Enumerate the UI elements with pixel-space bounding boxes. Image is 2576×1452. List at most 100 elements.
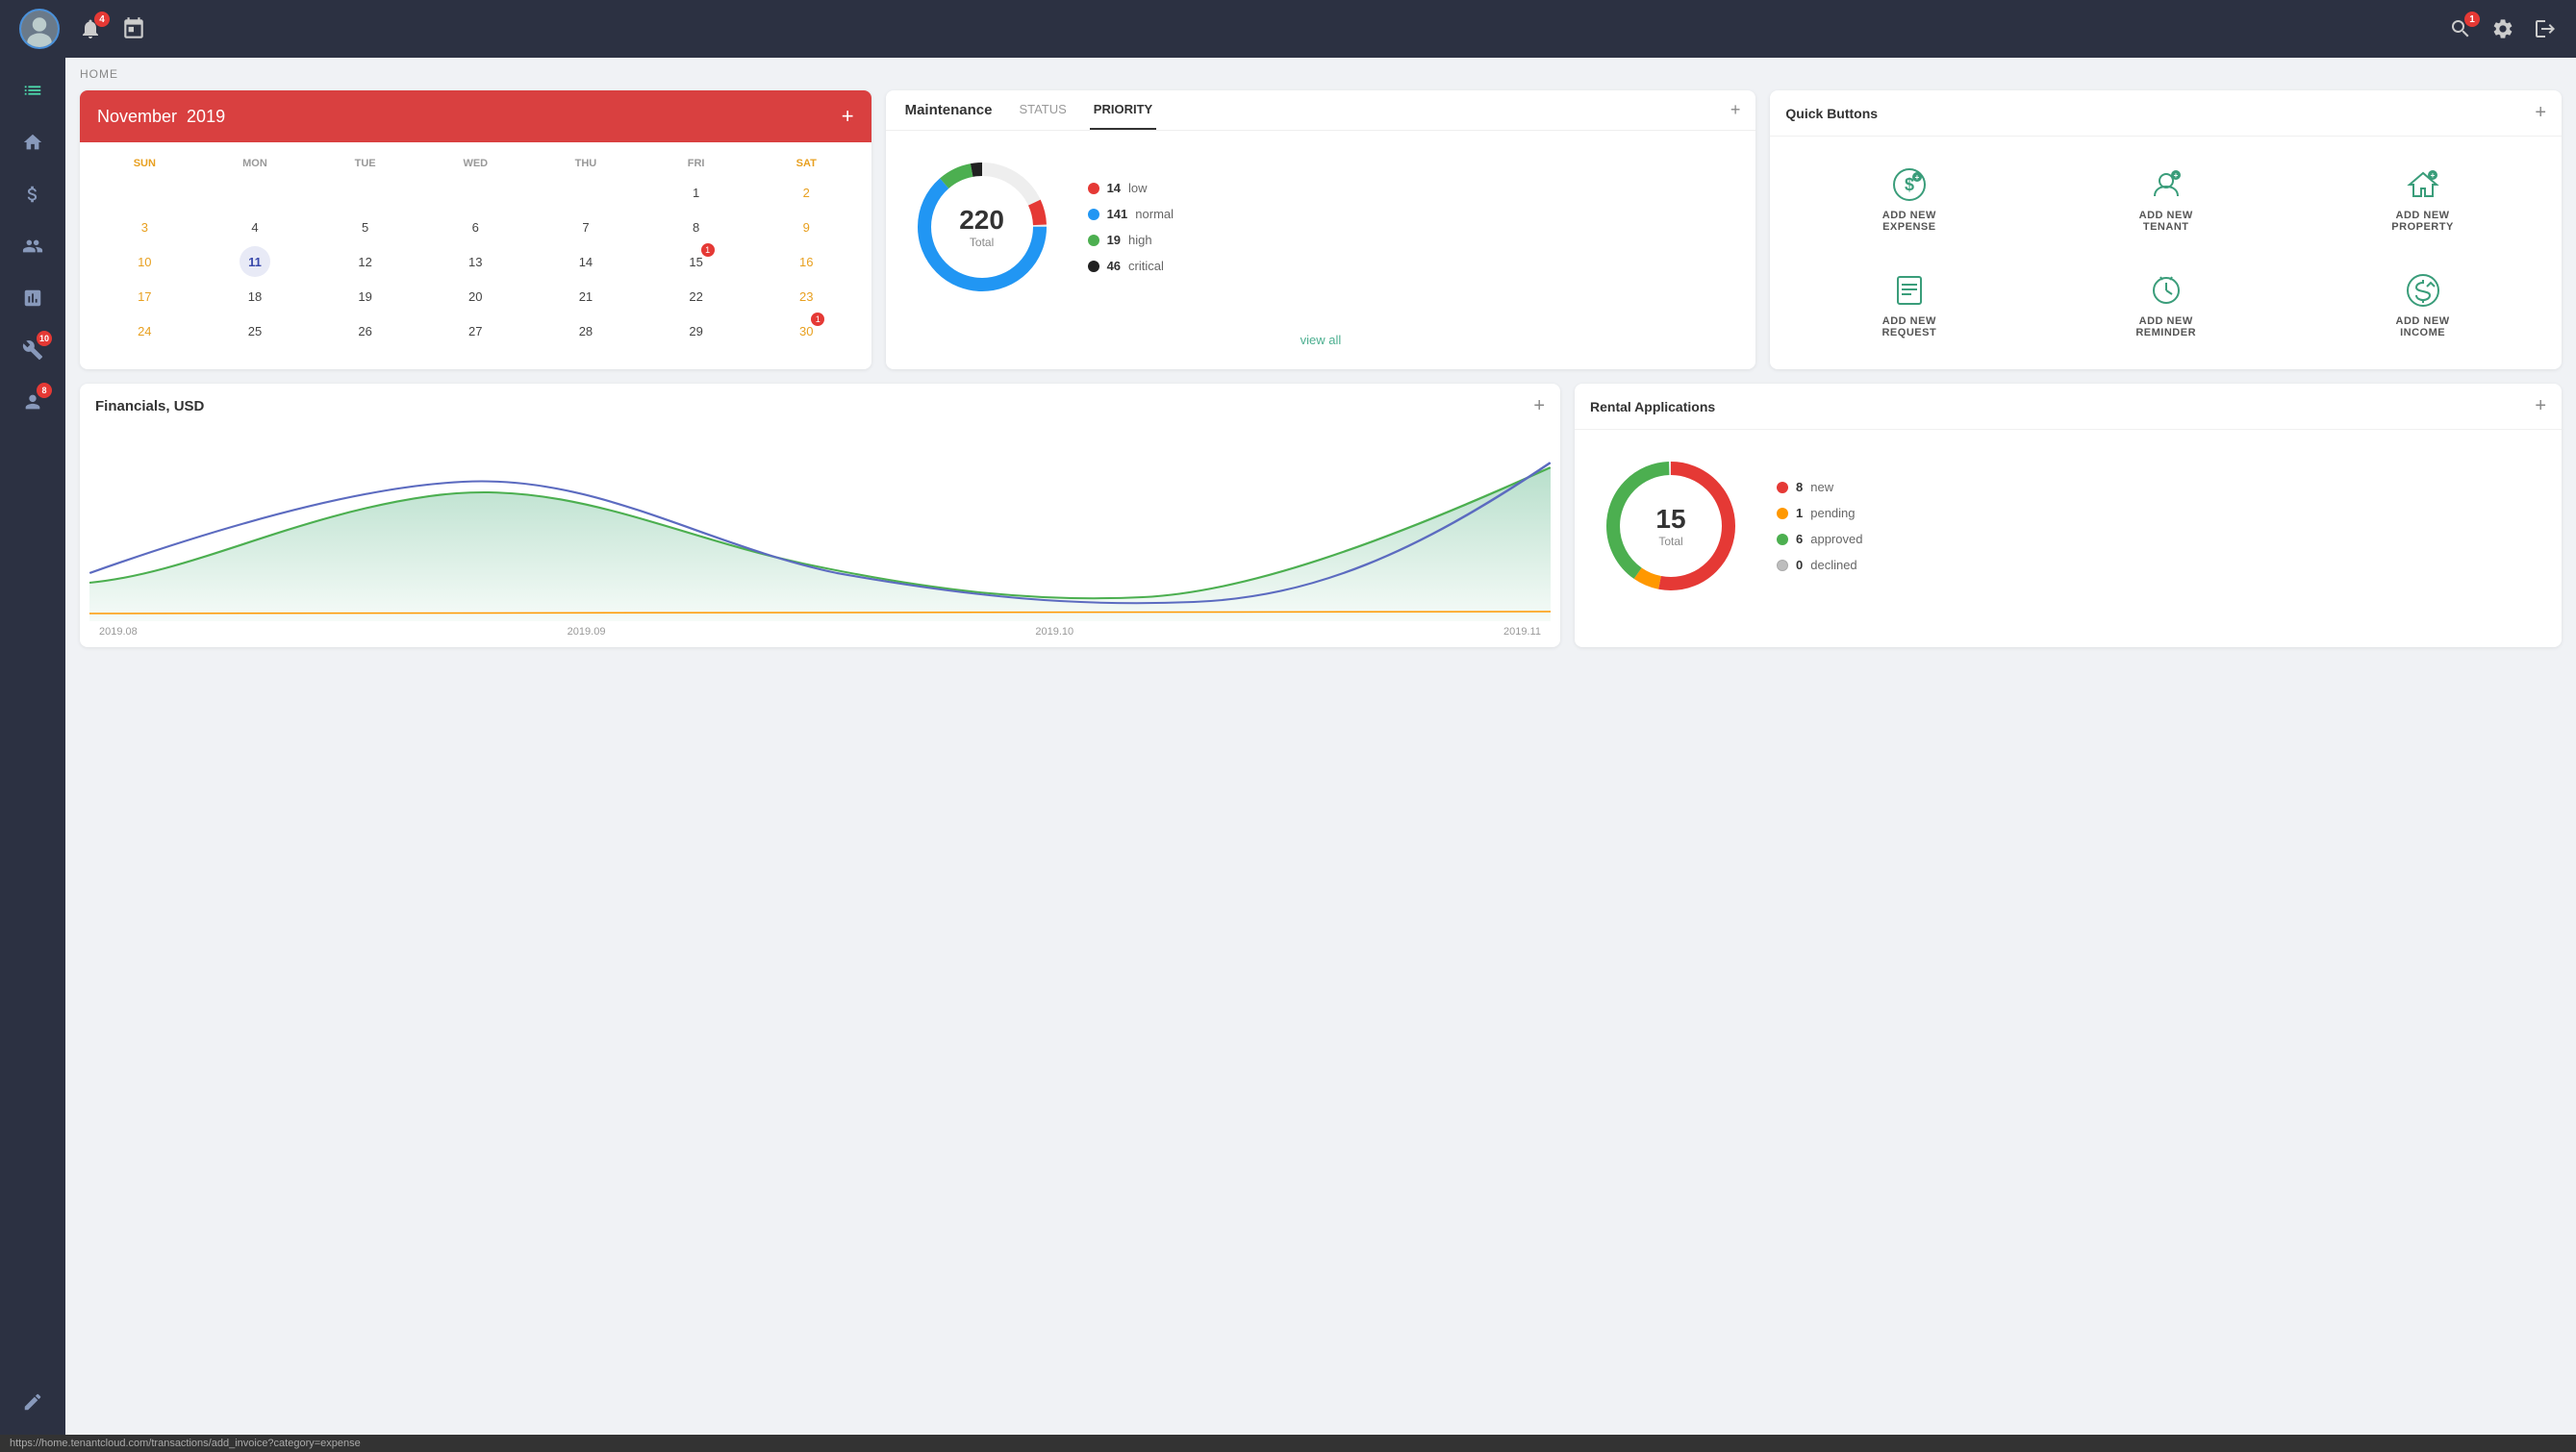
- rental-total-label: 15 Total: [1655, 504, 1685, 548]
- settings-button[interactable]: [2491, 17, 2514, 40]
- cal-day-1[interactable]: 1: [681, 177, 712, 208]
- add-new-property-button[interactable]: + ADD NEWPROPERTY: [2299, 152, 2546, 248]
- cal-day-4[interactable]: 4: [240, 212, 270, 242]
- calendar-header: November 2019 +: [80, 90, 871, 142]
- legend-dot-low: [1088, 183, 1099, 194]
- quick-buttons-card: Quick Buttons + $ + ADD NEWEXPENSE: [1770, 90, 2562, 369]
- calendar-week-2: 3 4 5 6 7 8 9: [89, 210, 862, 244]
- cal-day-6[interactable]: 6: [460, 212, 491, 242]
- cal-day-24[interactable]: 24: [129, 315, 160, 346]
- cal-day-10[interactable]: 10: [129, 246, 160, 277]
- users-badge: 8: [37, 383, 52, 398]
- cal-day-9[interactable]: 9: [791, 212, 821, 242]
- cal-day-11[interactable]: 11: [240, 246, 270, 277]
- search-button[interactable]: 1: [2449, 17, 2472, 40]
- maintenance-add-button[interactable]: +: [1730, 100, 1741, 120]
- sidebar-item-dashboard[interactable]: [10, 67, 56, 113]
- cal-day-3[interactable]: 3: [129, 212, 160, 242]
- cal-day-15[interactable]: 151: [681, 246, 712, 277]
- sidebar-item-users[interactable]: 8: [10, 379, 56, 425]
- rental-applications-add[interactable]: +: [2535, 395, 2546, 417]
- notifications-button[interactable]: 4: [79, 17, 102, 40]
- add-new-reminder-button[interactable]: ADD NEWREMINDER: [2042, 258, 2289, 354]
- svg-text:+: +: [1914, 173, 1919, 182]
- financials-add[interactable]: +: [1533, 395, 1545, 417]
- add-new-tenant-button[interactable]: + ADD NEWTENANT: [2042, 152, 2289, 248]
- calendar-days-header: SUN MON TUE WED THU FRI SAT: [89, 152, 862, 175]
- maintenance-donut: 220 Total: [905, 150, 1059, 304]
- calendar-button[interactable]: [121, 16, 146, 41]
- legend-item-normal: 141 normal: [1088, 207, 1174, 221]
- sidebar-item-maintenance[interactable]: 10: [10, 327, 56, 373]
- sidebar-item-reports[interactable]: [10, 275, 56, 321]
- topbar: 4 1: [0, 0, 2576, 58]
- cal-day-16[interactable]: 16: [791, 246, 821, 277]
- cal-day-29[interactable]: 29: [681, 315, 712, 346]
- statusbar: https://home.tenantcloud.com/transaction…: [0, 1435, 2576, 1452]
- topbar-right: 1: [2449, 17, 2557, 40]
- rental-legend-declined: 0 declined: [1777, 558, 1862, 572]
- tab-status[interactable]: STATUS: [1015, 90, 1070, 130]
- cal-day-20[interactable]: 20: [460, 281, 491, 312]
- cal-day-21[interactable]: 21: [570, 281, 601, 312]
- day-header-wed: WED: [420, 158, 531, 169]
- rental-applications-header: Rental Applications +: [1575, 384, 2562, 430]
- day-header-sun: SUN: [89, 158, 200, 169]
- cal-day-25[interactable]: 25: [240, 315, 270, 346]
- add-new-expense-button[interactable]: $ + ADD NEWEXPENSE: [1785, 152, 2033, 248]
- financials-header: Financials, USD +: [80, 384, 1560, 429]
- cal-day-18[interactable]: 18: [240, 281, 270, 312]
- cal-day-27[interactable]: 27: [460, 315, 491, 346]
- cal-day-2[interactable]: 2: [791, 177, 821, 208]
- maintenance-tabs: Maintenance STATUS PRIORITY +: [886, 90, 1756, 131]
- rental-legend: 8 new 1 pending 6 approved: [1777, 480, 1862, 572]
- rental-applications-card: Rental Applications +: [1575, 384, 2562, 647]
- rental-dot-pending: [1777, 508, 1788, 519]
- cal-day-26[interactable]: 26: [350, 315, 381, 346]
- sidebar-item-tenants[interactable]: [10, 223, 56, 269]
- tab-priority[interactable]: PRIORITY: [1090, 90, 1156, 130]
- avatar[interactable]: [19, 9, 60, 49]
- rental-dot-declined: [1777, 560, 1788, 571]
- calendar-week-1: 1 2: [89, 175, 862, 210]
- svg-text:+: +: [2430, 171, 2435, 180]
- calendar-add-button[interactable]: +: [842, 104, 854, 129]
- cal-day-17[interactable]: 17: [129, 281, 160, 312]
- quick-buttons-header: Quick Buttons +: [1770, 90, 2562, 137]
- add-new-income-button[interactable]: ADD NEWINCOME: [2299, 258, 2546, 354]
- bottom-grid: Financials, USD +: [80, 384, 2562, 647]
- legend-dot-high: [1088, 235, 1099, 246]
- rental-legend-approved: 6 approved: [1777, 532, 1862, 546]
- cal-day-13[interactable]: 13: [460, 246, 491, 277]
- cal-day-8[interactable]: 8: [681, 212, 712, 242]
- legend-dot-critical: [1088, 261, 1099, 272]
- day-header-tue: TUE: [310, 158, 420, 169]
- cal-day-5[interactable]: 5: [350, 212, 381, 242]
- topbar-left: 4: [19, 9, 146, 49]
- quick-buttons-grid: $ + ADD NEWEXPENSE +: [1770, 137, 2562, 369]
- content-area: HOME November 2019 + SUN MON TUE: [65, 58, 2576, 1435]
- quick-buttons-add[interactable]: +: [2535, 102, 2546, 124]
- logout-button[interactable]: [2534, 17, 2557, 40]
- rental-applications-title: Rental Applications: [1590, 399, 1715, 414]
- legend-item-critical: 46 critical: [1088, 259, 1174, 273]
- statusbar-url: https://home.tenantcloud.com/transaction…: [10, 1438, 361, 1449]
- cal-day-23[interactable]: 23: [791, 281, 821, 312]
- cal-day-22[interactable]: 22: [681, 281, 712, 312]
- financials-title: Financials, USD: [95, 398, 204, 414]
- sidebar-item-edit[interactable]: [10, 1379, 56, 1425]
- cal-day-19[interactable]: 19: [350, 281, 381, 312]
- add-new-request-button[interactable]: ADD NEWREQUEST: [1785, 258, 2033, 354]
- view-all-maintenance[interactable]: view all: [886, 323, 1756, 357]
- maintenance-card: Maintenance STATUS PRIORITY +: [886, 90, 1756, 369]
- cal-day-12[interactable]: 12: [350, 246, 381, 277]
- sidebar-item-financials[interactable]: [10, 171, 56, 217]
- cal-day-30[interactable]: 301: [791, 315, 821, 346]
- sidebar-item-properties[interactable]: [10, 119, 56, 165]
- day-header-mon: MON: [200, 158, 311, 169]
- cal-day-14[interactable]: 14: [570, 246, 601, 277]
- quick-buttons-title: Quick Buttons: [1785, 106, 1878, 121]
- cal-day-7[interactable]: 7: [570, 212, 601, 242]
- breadcrumb: HOME: [80, 67, 2562, 81]
- cal-day-28[interactable]: 28: [570, 315, 601, 346]
